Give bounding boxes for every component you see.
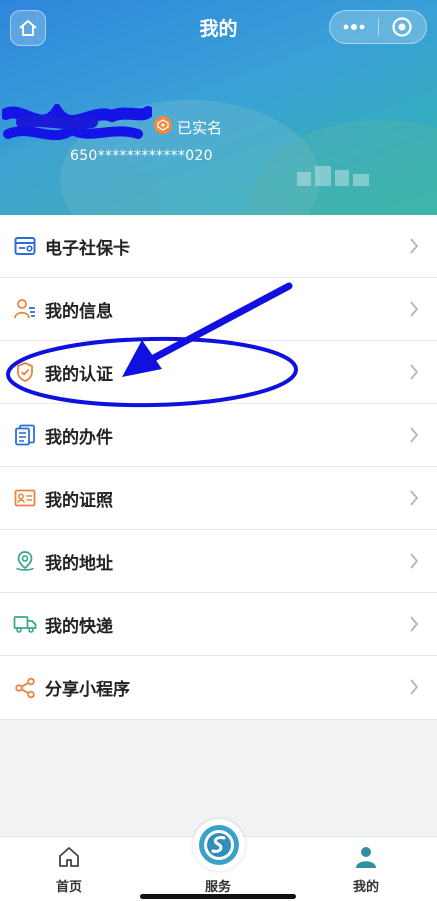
redacted-name-scribble [2, 104, 152, 141]
menu-item-label: 我的信息 [45, 301, 113, 322]
tab-mine[interactable]: 我的 [331, 845, 401, 895]
mini-program-capsule [329, 10, 427, 44]
share-icon [15, 677, 35, 698]
menu-item-label: 分享小程序 [45, 680, 130, 700]
menu-item-label: 我的证照 [45, 490, 113, 511]
delivery-truck-icon [13, 616, 37, 633]
chevron-right-icon [410, 427, 419, 443]
menu-item-my-certification[interactable]: 我的认证 [0, 341, 437, 404]
menu-item-my-licenses[interactable]: 我的证照 [0, 467, 437, 530]
menu-item-label: 电子社保卡 [45, 238, 130, 259]
menu-item-my-info[interactable]: 我的信息 [0, 278, 437, 341]
menu-item-label: 我的快递 [45, 616, 113, 637]
menu-item-social-security-card[interactable]: 电子社保卡 [0, 215, 437, 278]
chevron-right-icon [410, 238, 419, 254]
menu-item-my-delivery[interactable]: 我的快递 [0, 593, 437, 656]
tab-label: 我的 [352, 880, 379, 895]
menu-item-share-mini-program[interactable]: 分享小程序 [0, 656, 437, 720]
tab-label: 服务 [204, 880, 231, 895]
id-number: 650************020 [70, 148, 213, 164]
documents-icon [15, 424, 35, 446]
menu-item-my-applications[interactable]: 我的办件 [0, 404, 437, 467]
chevron-right-icon [410, 679, 419, 695]
bottom-tab-bar: 首页 服务 我的 [0, 819, 437, 901]
service-logo-icon [199, 825, 239, 865]
verified-badge-icon [154, 116, 172, 134]
user-profile: 已实名 650************020 [0, 100, 437, 180]
menu-item-label: 我的办件 [45, 427, 113, 448]
chevron-right-icon [410, 490, 419, 506]
chevron-right-icon [410, 553, 419, 569]
location-pin-icon [16, 551, 34, 571]
tab-service[interactable]: 服务 [183, 873, 253, 895]
home-outline-icon [59, 847, 79, 867]
service-logo-button[interactable] [193, 819, 245, 871]
chevron-right-icon [410, 364, 419, 380]
chevron-right-icon [410, 301, 419, 317]
chevron-right-icon [410, 616, 419, 632]
menu-item-label: 我的认证 [45, 364, 113, 385]
menu-item-label: 我的地址 [45, 553, 113, 574]
user-info-icon [14, 299, 35, 319]
target-close-icon [392, 17, 412, 37]
social-security-card-icon [14, 237, 36, 255]
close-mini-program-button[interactable] [378, 11, 426, 43]
id-card-icon [14, 489, 36, 507]
more-button[interactable] [330, 11, 378, 43]
menu-item-my-address[interactable]: 我的地址 [0, 530, 437, 593]
menu-list: 电子社保卡 我的信息 我的认证 我的办件 我的证照 我的地址 我的快递 分享小程… [0, 215, 437, 720]
shield-check-icon [17, 362, 33, 382]
tab-label: 首页 [55, 880, 82, 895]
verified-status-label: 已实名 [177, 119, 223, 137]
tab-home[interactable]: 首页 [34, 845, 104, 895]
more-dots-icon [343, 24, 365, 30]
home-indicator [140, 894, 296, 899]
profile-header: 我的 已实名 650************020 [0, 0, 437, 215]
navigation-bar: 我的 [0, 0, 437, 54]
user-filled-icon [356, 847, 376, 868]
